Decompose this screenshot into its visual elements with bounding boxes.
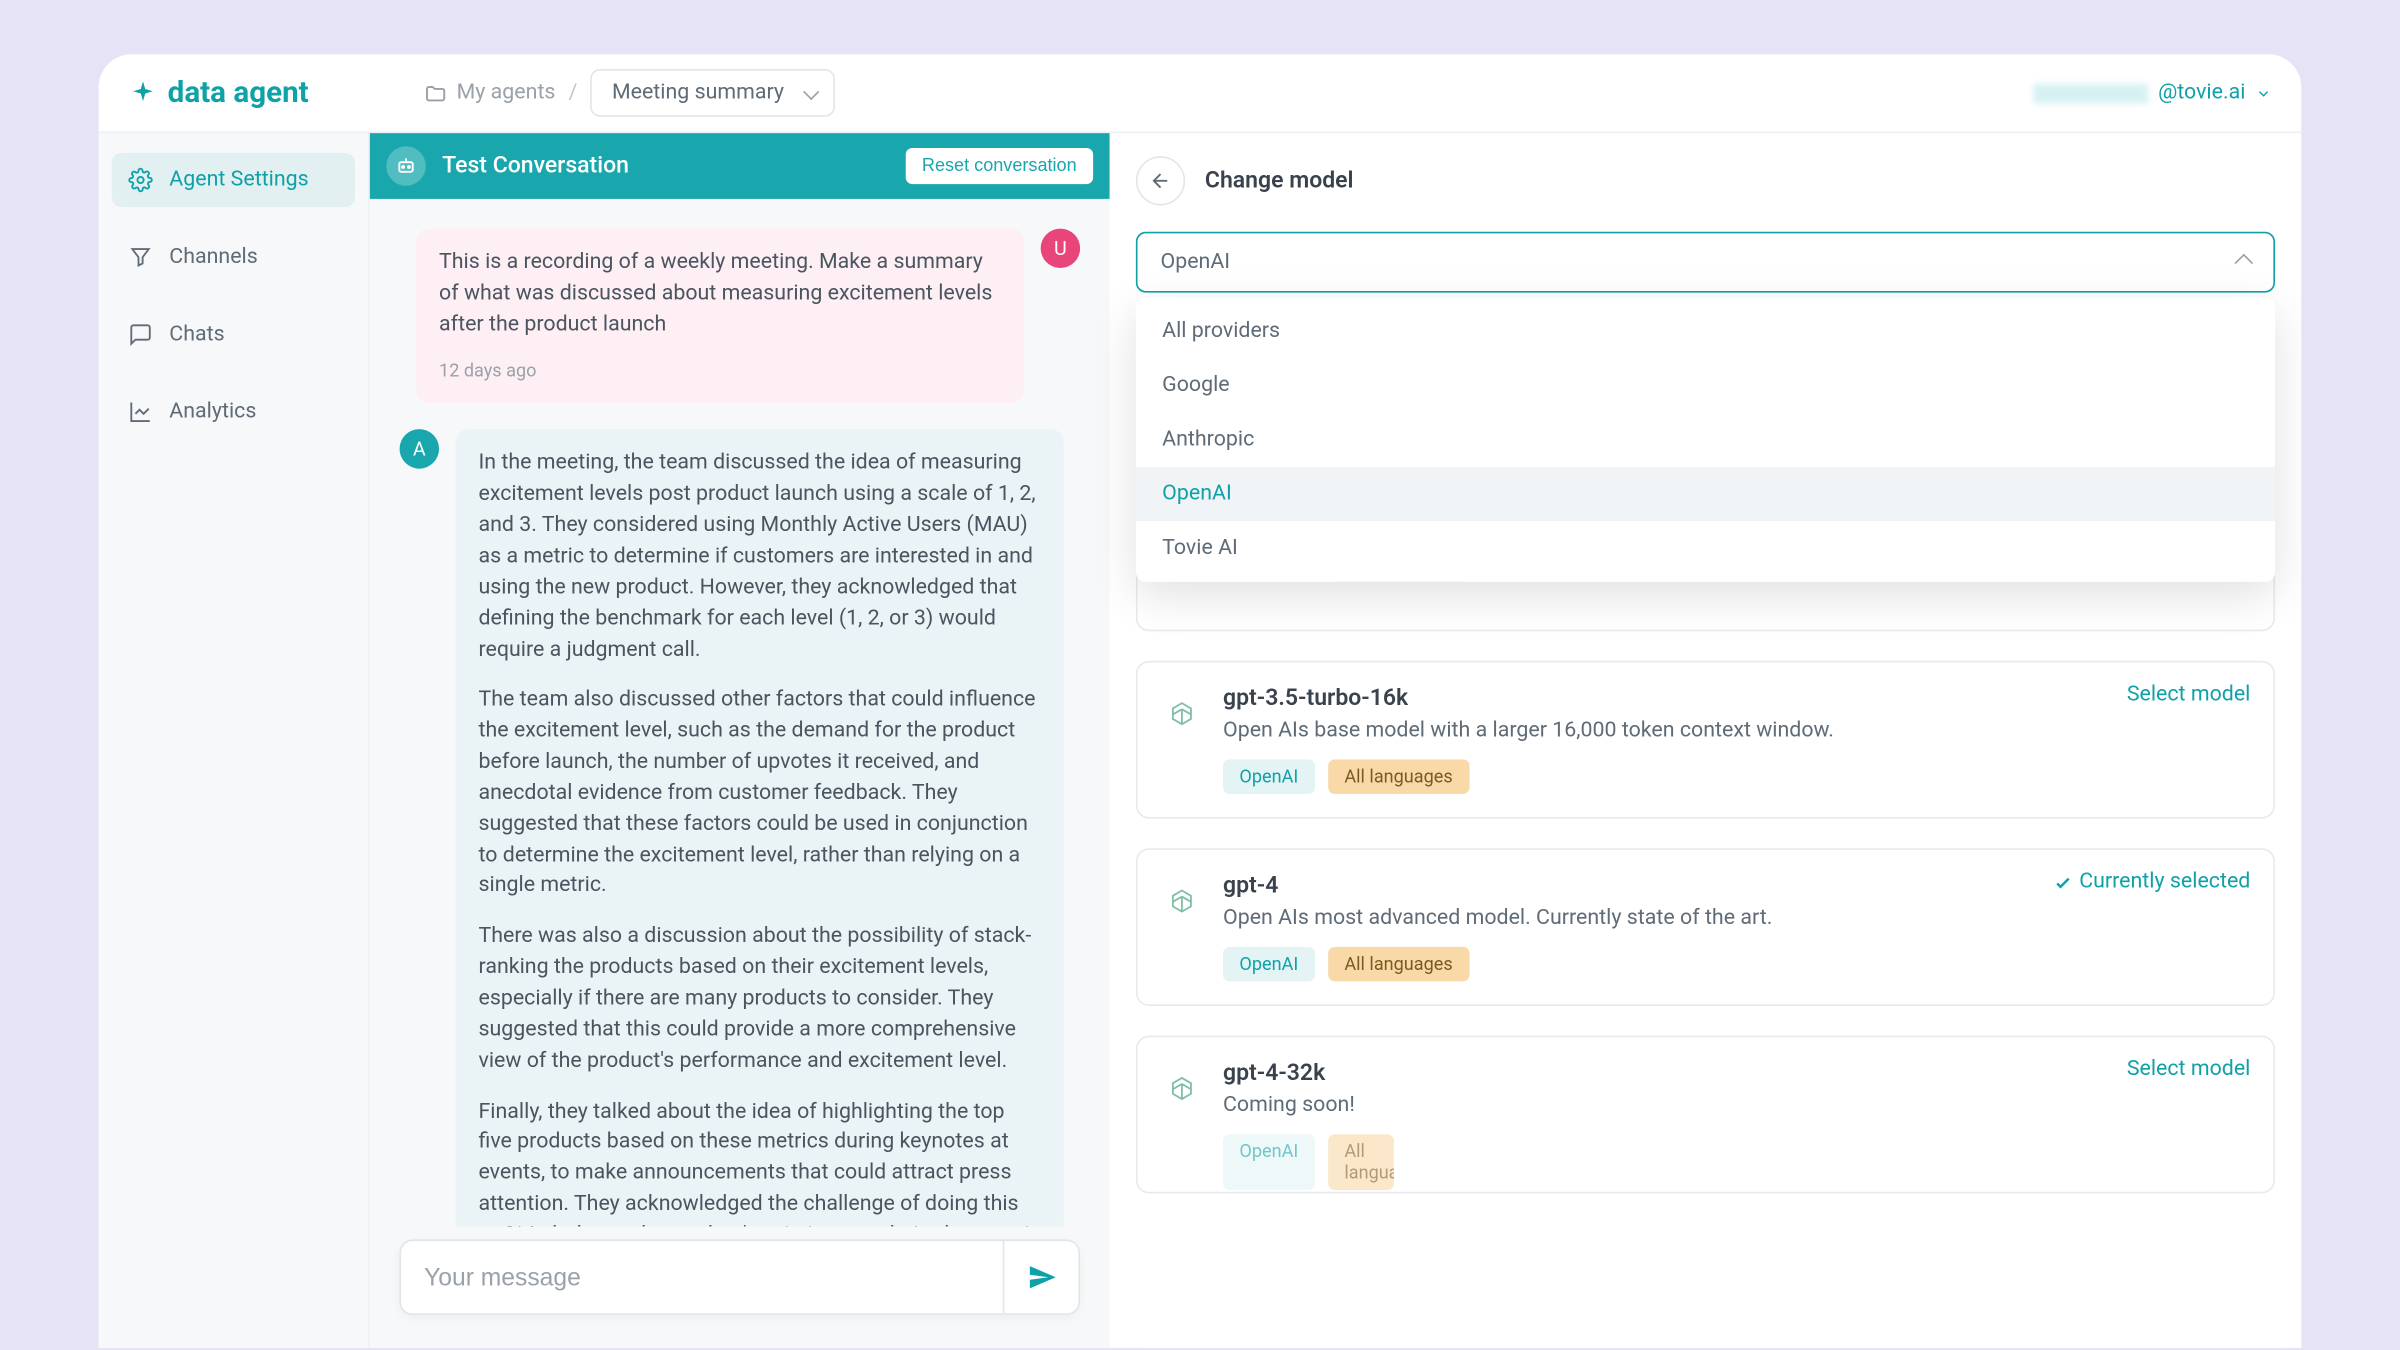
agent-paragraph: There was also a discussion about the po… <box>478 923 1040 1078</box>
spark-icon <box>128 78 158 108</box>
conversation-scroll[interactable]: U This is a recording of a weekly meetin… <box>370 199 1110 1226</box>
openai-icon <box>1164 699 1200 735</box>
filter-icon <box>128 245 153 270</box>
gear-icon <box>128 168 153 193</box>
model-desc: Open AIs most advanced model. Currently … <box>1223 906 2247 931</box>
conversation-panel: Test Conversation Reset conversation U T… <box>370 133 1110 1348</box>
model-card-gpt4: Currently selected gpt-4 Open AIs most a… <box>1136 848 2275 1006</box>
model-name: gpt-3.5-turbo-16k <box>1223 685 2247 711</box>
message-user: U This is a recording of a weekly meetin… <box>399 228 1080 403</box>
openai-icon <box>1164 1073 1200 1109</box>
breadcrumb-sep: / <box>569 81 578 106</box>
model-card-gpt4-32k: Select model gpt-4-32k Coming soon! Open… <box>1136 1036 2275 1194</box>
agent-bubble: In the meeting, the team discussed the i… <box>455 430 1063 1226</box>
model-desc: Coming soon! <box>1223 1093 2247 1118</box>
top-bar: data agent My agents / Meeting summary @… <box>99 54 2302 133</box>
back-button[interactable] <box>1136 156 1185 205</box>
reset-conversation-button[interactable]: Reset conversation <box>905 148 1093 184</box>
conversation-title: Test Conversation <box>442 153 629 179</box>
agent-paragraph: Finally, they talked about the idea of h… <box>478 1097 1040 1226</box>
chat-icon <box>128 322 153 347</box>
provider-tag: OpenAI <box>1223 1134 1315 1190</box>
lang-tag: All languages <box>1328 1134 1394 1190</box>
conversation-header: Test Conversation Reset conversation <box>370 133 1110 199</box>
sidebar-item-channels[interactable]: Channels <box>112 230 355 284</box>
breadcrumb-current: Meeting summary <box>612 81 784 106</box>
model-card-gpt35-16k: Select model gpt-3.5-turbo-16k Open AIs … <box>1136 661 2275 819</box>
tag-row: OpenAI All languages <box>1223 947 2247 982</box>
select-model-link[interactable]: Select model <box>2127 1057 2251 1082</box>
breadcrumb-folder-label: My agents <box>457 81 556 106</box>
agent-avatar: A <box>399 430 438 469</box>
user-email: @tovie.ai <box>2158 81 2245 106</box>
sidebar-item-label: Channels <box>169 245 257 270</box>
openai-icon <box>1164 886 1200 922</box>
provider-dropdown: All providers Google Anthropic OpenAI To… <box>1136 298 2275 582</box>
user-timestamp: 12 days ago <box>439 358 1001 384</box>
sidebar-item-label: Chats <box>169 322 224 347</box>
provider-selected-value: OpenAI <box>1161 250 1231 275</box>
provider-select[interactable]: OpenAI <box>1136 232 2275 293</box>
message-agent: A In the meeting, the team discussed the… <box>399 430 1080 1226</box>
dropdown-option-all[interactable]: All providers <box>1136 304 2275 358</box>
agent-paragraph: In the meeting, the team discussed the i… <box>478 450 1040 667</box>
sidebar-item-analytics[interactable]: Analytics <box>112 385 355 439</box>
provider-tag: OpenAI <box>1223 947 1315 982</box>
model-name: gpt-4-32k <box>1223 1060 2247 1086</box>
sidebar: Agent Settings Channels Chats Analytics <box>99 133 370 1348</box>
user-bubble: This is a recording of a weekly meeting.… <box>416 228 1024 403</box>
currently-selected-label: Currently selected <box>2079 870 2250 895</box>
tag-row: OpenAI All languages <box>1223 1134 2247 1190</box>
breadcrumb-folder[interactable]: My agents <box>424 81 556 106</box>
panel-header: Change model <box>1136 156 2275 205</box>
message-input[interactable] <box>424 1263 1003 1291</box>
currently-selected-indicator: Currently selected <box>2053 870 2250 895</box>
breadcrumb-dropdown[interactable]: Meeting summary <box>591 69 835 117</box>
sidebar-item-chats[interactable]: Chats <box>112 307 355 361</box>
bot-avatar-icon <box>386 146 425 185</box>
send-icon <box>1027 1262 1057 1292</box>
sidebar-item-agent-settings[interactable]: Agent Settings <box>112 153 355 207</box>
dropdown-option-anthropic[interactable]: Anthropic <box>1136 413 2275 467</box>
select-model-link[interactable]: Select model <box>2127 682 2251 707</box>
breadcrumb: My agents / Meeting summary <box>424 69 835 117</box>
brand-logo: data agent <box>128 76 308 111</box>
change-model-panel: Change model OpenAI All providers Google… <box>1110 133 2302 1348</box>
chevron-up-icon <box>2234 253 2253 272</box>
message-composer <box>399 1239 1080 1315</box>
brand-text: data agent <box>168 76 309 111</box>
user-message-text: This is a recording of a weekly meeting.… <box>439 248 1001 341</box>
dropdown-option-tovie[interactable]: Tovie AI <box>1136 521 2275 575</box>
analytics-icon <box>128 399 153 424</box>
tag-row: OpenAI All languages <box>1223 759 2247 794</box>
arrow-left-icon <box>1149 169 1172 192</box>
model-desc: Open AIs base model with a larger 16,000… <box>1223 718 2247 743</box>
chevron-down-icon <box>2255 85 2271 101</box>
lang-tag: All languages <box>1328 947 1469 982</box>
user-avatar: U <box>1041 228 1080 267</box>
folder-icon <box>424 81 447 104</box>
user-name-redacted <box>2033 83 2148 103</box>
agent-paragraph: The team also discussed other factors th… <box>478 686 1040 903</box>
sidebar-item-label: Agent Settings <box>169 168 308 193</box>
dropdown-option-google[interactable]: Google <box>1136 358 2275 412</box>
sidebar-item-label: Analytics <box>169 399 256 424</box>
user-menu[interactable]: @tovie.ai <box>2033 81 2272 106</box>
provider-tag: OpenAI <box>1223 759 1315 794</box>
dropdown-option-openai[interactable]: OpenAI <box>1136 467 2275 521</box>
check-icon <box>2053 872 2073 892</box>
lang-tag: All languages <box>1328 759 1469 794</box>
send-button[interactable] <box>1003 1239 1079 1315</box>
panel-title: Change model <box>1205 168 1354 194</box>
app-window: data agent My agents / Meeting summary @… <box>99 54 2302 1348</box>
